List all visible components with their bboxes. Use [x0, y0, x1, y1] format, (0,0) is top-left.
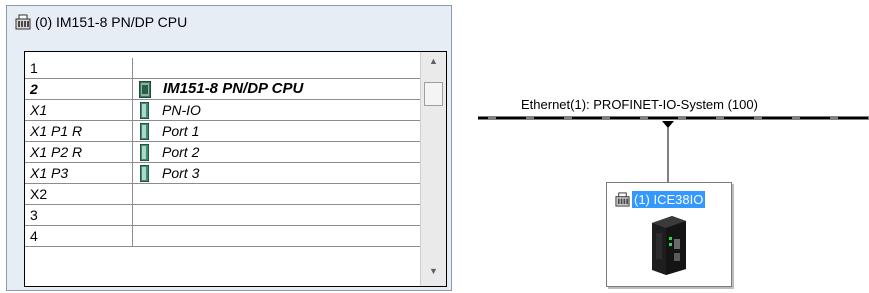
device-hardware-icon [652, 216, 686, 275]
io-device-ice38io[interactable]: (1) ICE38IO [606, 182, 732, 287]
network-diagram [478, 116, 869, 182]
rack-icon [615, 192, 630, 207]
network-label[interactable]: Ethernet(1): PROFINET-IO-System (100) [521, 97, 758, 112]
device-name[interactable]: (1) ICE38IO [632, 191, 706, 208]
